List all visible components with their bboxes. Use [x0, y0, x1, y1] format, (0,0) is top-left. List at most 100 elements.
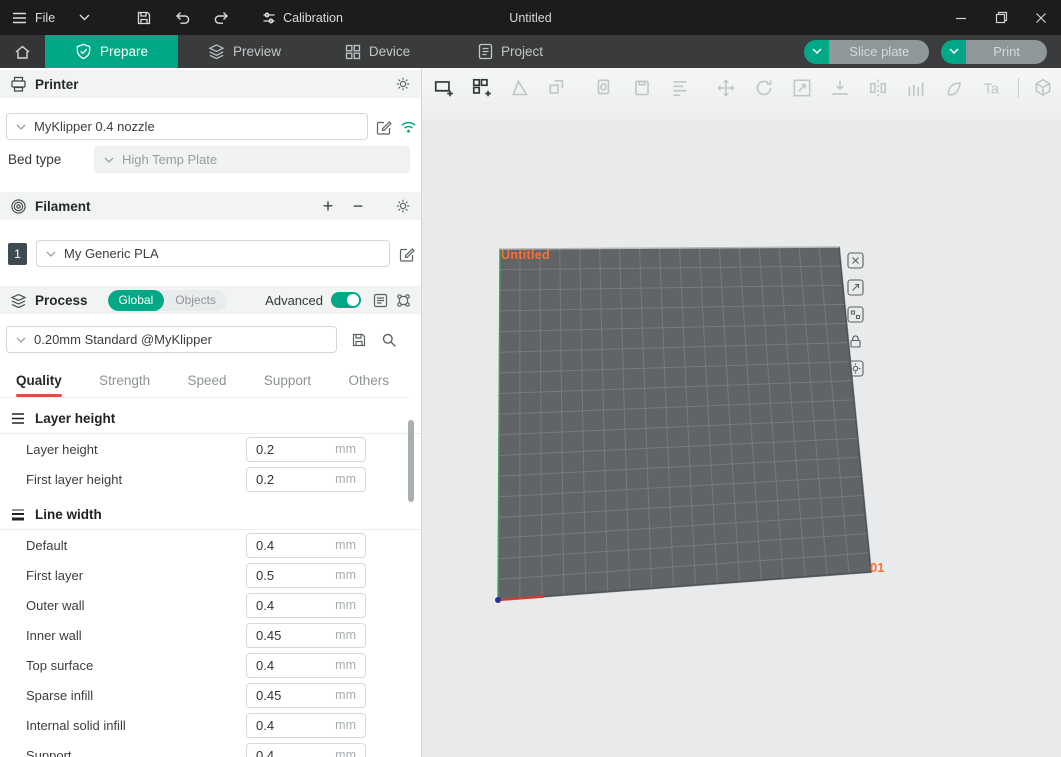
copy-button[interactable]	[590, 74, 618, 102]
preset-detail-list-icon[interactable]	[373, 293, 388, 308]
print-button[interactable]: Print	[941, 40, 1047, 64]
param-input[interactable]: 0.4mm	[246, 713, 366, 738]
param-unit: mm	[335, 748, 356, 757]
rotate-button[interactable]	[750, 74, 778, 102]
file-menu-button[interactable]: File	[35, 0, 63, 35]
wifi-connection-icon[interactable]	[400, 120, 417, 134]
build-plate-surface	[498, 247, 871, 600]
assembly-view-button[interactable]	[1029, 74, 1057, 102]
sidebar-scrollbar[interactable]	[408, 420, 414, 502]
scale-button[interactable]	[788, 74, 816, 102]
tab-strength[interactable]: Strength	[99, 364, 150, 397]
process-scope-toggle: Global Objects	[108, 290, 227, 311]
delete-plate-button[interactable]	[847, 252, 864, 269]
seam-painting-button[interactable]	[940, 74, 968, 102]
close-button[interactable]	[1021, 0, 1061, 35]
home-icon	[14, 44, 31, 60]
tab-support[interactable]: Support	[264, 364, 311, 397]
minimize-button[interactable]	[941, 0, 981, 35]
slice-plate-button[interactable]: Slice plate	[804, 40, 929, 64]
search-parameters-icon[interactable]	[381, 332, 397, 348]
param-value: 0.45	[256, 628, 281, 643]
edit-filament-icon[interactable]	[399, 246, 415, 262]
param-input[interactable]: 0.2mm	[246, 467, 366, 492]
param-label: Layer height	[26, 442, 98, 457]
process-preset-value: 0.20mm Standard @MyKlipper	[34, 332, 212, 347]
add-filament-button[interactable]: +	[317, 197, 339, 215]
plate-settings-button[interactable]	[847, 360, 864, 377]
tab-preview[interactable]: Preview	[178, 35, 311, 68]
param-unit: mm	[335, 598, 356, 612]
viewport-3d[interactable]: Ta Untitled 01	[422, 68, 1061, 757]
tab-device[interactable]: Device	[311, 35, 444, 68]
section-title: Line width	[35, 507, 102, 522]
tab-speed[interactable]: Speed	[187, 364, 226, 397]
filament-preset-dropdown[interactable]: My Generic PLA	[36, 240, 390, 267]
remove-filament-button[interactable]: −	[347, 197, 369, 215]
arrange-plate-button[interactable]	[847, 306, 864, 323]
redo-button[interactable]	[205, 0, 238, 35]
param-input[interactable]: 0.45mm	[246, 623, 366, 648]
param-input[interactable]: 0.4mm	[246, 533, 366, 558]
orient-plate-button[interactable]	[847, 279, 864, 296]
tab-others[interactable]: Others	[348, 364, 389, 397]
scope-global-option[interactable]: Global	[108, 290, 165, 311]
param-input[interactable]: 0.4mm	[246, 743, 366, 757]
support-painting-button[interactable]	[902, 74, 930, 102]
calibration-icon	[262, 11, 276, 25]
param-unit: mm	[335, 718, 356, 732]
arrange-all-button[interactable]	[468, 74, 496, 102]
text-tool-button[interactable]: Ta	[978, 74, 1006, 102]
bed-type-dropdown[interactable]: High Temp Plate	[94, 146, 410, 173]
param-input[interactable]: 0.4mm	[246, 593, 366, 618]
param-input[interactable]: 0.2mm	[246, 437, 366, 462]
parameter-structure-icon[interactable]	[396, 293, 411, 308]
undo-button[interactable]	[166, 0, 199, 35]
file-menu-chevron[interactable]	[71, 0, 98, 35]
cut-button[interactable]	[864, 74, 892, 102]
variable-layer-height-button[interactable]	[666, 74, 694, 102]
save-preset-icon[interactable]	[351, 332, 367, 348]
calibration-button[interactable]: Calibration	[254, 0, 351, 35]
slice-options-chevron-icon[interactable]	[804, 40, 829, 64]
advanced-label: Advanced	[265, 293, 323, 308]
lock-plate-button[interactable]	[847, 333, 864, 350]
printer-settings-gear-icon[interactable]	[395, 76, 411, 92]
param-input[interactable]: 0.5mm	[246, 563, 366, 588]
maximize-button[interactable]	[981, 0, 1021, 35]
process-preset-dropdown[interactable]: 0.20mm Standard @MyKlipper	[6, 326, 337, 353]
filament-settings-gear-icon[interactable]	[395, 198, 411, 214]
tab-quality[interactable]: Quality	[16, 364, 62, 397]
print-options-chevron-icon[interactable]	[941, 40, 966, 64]
printer-preset-value: MyKlipper 0.4 nozzle	[34, 119, 155, 134]
param-input[interactable]: 0.4mm	[246, 653, 366, 678]
build-plate[interactable]	[422, 68, 1061, 757]
plate-name-label[interactable]: Untitled	[501, 248, 550, 262]
scope-objects-option[interactable]: Objects	[164, 290, 227, 311]
param-row: First layer height 0.2mm	[0, 464, 421, 494]
param-label: Internal solid infill	[26, 718, 126, 733]
add-plate-button[interactable]	[430, 74, 458, 102]
parameter-list: Layer height Layer height 0.2mm First la…	[0, 398, 421, 757]
app-menu-button[interactable]	[0, 0, 35, 35]
auto-orient-button[interactable]	[506, 74, 534, 102]
param-label: Default	[26, 538, 67, 553]
tab-project[interactable]: Project	[444, 35, 577, 68]
param-input[interactable]: 0.45mm	[246, 683, 366, 708]
move-button[interactable]	[712, 74, 740, 102]
param-unit: mm	[335, 688, 356, 702]
merge-objects-button[interactable]	[544, 74, 572, 102]
save-button[interactable]	[128, 0, 160, 35]
sidebar: Printer MyKlipper 0.4 nozzle Bed type Hi…	[0, 68, 422, 757]
tab-prepare[interactable]: Prepare	[45, 35, 178, 68]
advanced-toggle-switch[interactable]	[331, 292, 361, 308]
flatten-button[interactable]	[826, 74, 854, 102]
param-label: First layer	[26, 568, 83, 583]
printer-preset-dropdown[interactable]: MyKlipper 0.4 nozzle	[6, 113, 368, 140]
home-button[interactable]	[0, 35, 45, 68]
filament-slot-badge[interactable]: 1	[8, 243, 27, 265]
hamburger-menu-icon	[12, 12, 27, 24]
tab-preview-label: Preview	[233, 44, 281, 59]
edit-printer-icon[interactable]	[376, 119, 392, 135]
paste-button[interactable]	[628, 74, 656, 102]
